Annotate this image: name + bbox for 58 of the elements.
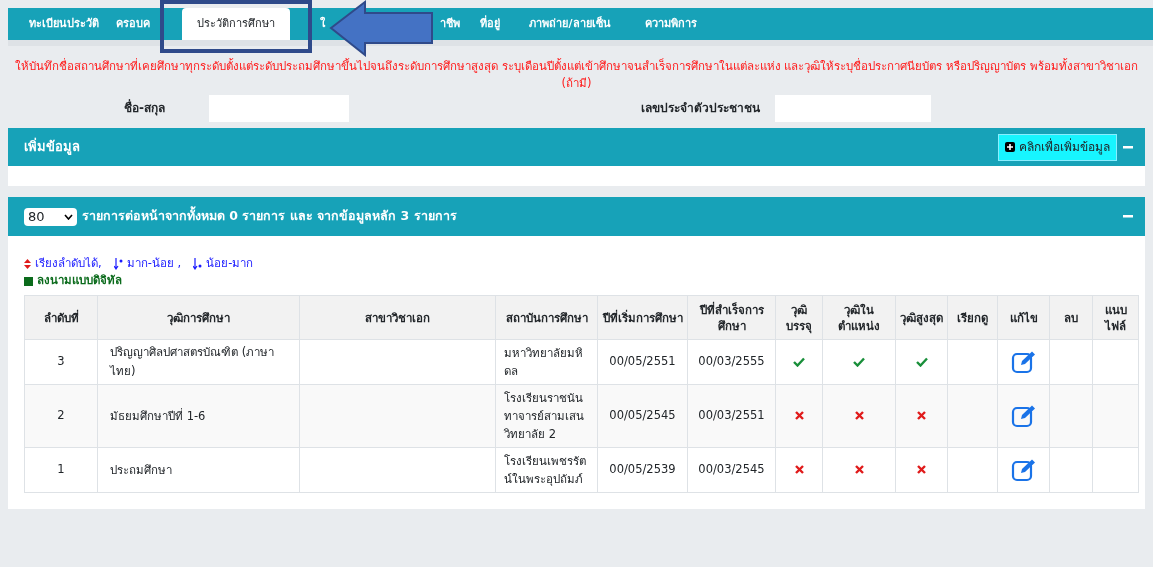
column-header: แนบไฟล์: [1092, 295, 1139, 340]
sort-hint: เรียงลำดับได้,: [35, 255, 102, 273]
column-header: ปีที่เริ่มการศึกษา: [597, 295, 688, 340]
caret-icon: [64, 213, 73, 220]
sort-icon: [24, 259, 31, 269]
sort-desc-link[interactable]: มาก-น้อย ,: [126, 255, 182, 273]
table-cell: ประถมศึกษา: [97, 447, 300, 493]
notice-text: ให้บันทึกชื่อสถานศึกษาที่เคยศึกษาทุกระดับตั้งแต่ระดับประถมศึกษาขึ้นไปจนถึงระดับการศึกษาสูงสุด ระบุเดือนปีตั้งแต่เข้าศึกษาจนสำเร็จการศึกษาในแต่ละแห่ง และวุฒิให้ระบุชื่อประกาศนียบัตร หรือปริญญาบัตร พร้อมทั้งสาขาวิชาเอก (ถ้ามี): [14, 58, 1139, 92]
edit-icon[interactable]: [1010, 350, 1037, 374]
table-cell: 00/05/2545: [597, 384, 688, 448]
table-cell: 00/03/2545: [687, 447, 776, 493]
tab[interactable]: ภาพถ่าย/ลายเซ็น: [514, 8, 626, 40]
sort-desc-icon: [113, 258, 123, 270]
add-button[interactable]: คลิกเพื่อเพิ่มข้อมูล: [998, 133, 1117, 161]
table-cell: โรงเรียนเพชรรัตน์ในพระอุปถัมภ์: [495, 447, 598, 493]
table-cell: 1: [24, 447, 98, 493]
legend-text: ลงนามแบบดิจิทัล: [37, 272, 122, 290]
table-cell: 00/03/2555: [687, 339, 776, 385]
tab[interactable]: ใ: [290, 8, 326, 40]
column-header: เรียกดู: [947, 295, 998, 340]
summary-text: รายการต่อหน้าจากทั้งหมด 0 รายการ และ จากข้อมูลหลัก 3 รายการ: [82, 207, 457, 226]
table-cell: 00/05/2551: [597, 339, 688, 385]
plus-icon: [1005, 142, 1015, 152]
column-header: ปีที่สำเร็จการศึกษา: [687, 295, 776, 340]
table-cell: 00/03/2551: [687, 384, 776, 448]
table-cell: 00/05/2539: [597, 447, 688, 493]
panel-title: เพิ่มข้อมูล: [24, 137, 80, 157]
table-cell: มัธยมศึกษาปีที่ 1-6: [97, 384, 300, 448]
table-cell: ปริญญาศิลปศาสตรบัณฑิต (ภาษาไทย): [97, 339, 300, 385]
id-label: เลขประจำตัวประชาชน: [641, 100, 761, 117]
column-header: ลำดับที่: [24, 295, 98, 340]
collapse-icon[interactable]: [1123, 215, 1133, 218]
sort-asc-icon: [193, 258, 203, 270]
tab[interactable]: ที่อยู่: [466, 8, 514, 40]
tab[interactable]: ความพิการ: [626, 8, 716, 40]
column-header: สถาบันการศึกษา: [495, 295, 598, 340]
column-header: สาขาวิชาเอก: [299, 295, 496, 340]
column-header: วุฒิการศึกษา: [97, 295, 300, 340]
column-header: แก้ไข: [997, 295, 1050, 340]
sort-asc-link[interactable]: น้อย-มาก: [206, 255, 254, 273]
page-size-select[interactable]: 80: [24, 207, 77, 226]
tab[interactable]: าชีพ: [434, 8, 466, 40]
column-header: วุฒิสูงสุด: [895, 295, 948, 340]
tab[interactable]: ทะเบียนประวัติ: [14, 8, 114, 40]
column-header: วุฒิบรรจุ: [775, 295, 823, 340]
table-cell: มหาวิทยาลัยมหิดล: [495, 339, 598, 385]
collapse-icon[interactable]: [1123, 145, 1133, 149]
edit-icon[interactable]: [1010, 404, 1037, 428]
tab[interactable]: ประวัติการศึกษา: [182, 8, 290, 40]
column-header: ลบ: [1049, 295, 1093, 340]
column-header: วุฒิในตำแหน่ง: [822, 295, 896, 340]
tab[interactable]: ครอบค: [114, 8, 182, 40]
edit-icon[interactable]: [1010, 458, 1037, 482]
table-cell: 2: [24, 384, 98, 448]
table-cell: โรงเรียนราชนันทาจารย์สามเสนวิทยาลัย 2: [495, 384, 598, 448]
name-label: ชื่อ-สกุล: [123, 99, 165, 117]
table-cell: 3: [24, 339, 98, 385]
legend-swatch: [24, 276, 33, 286]
